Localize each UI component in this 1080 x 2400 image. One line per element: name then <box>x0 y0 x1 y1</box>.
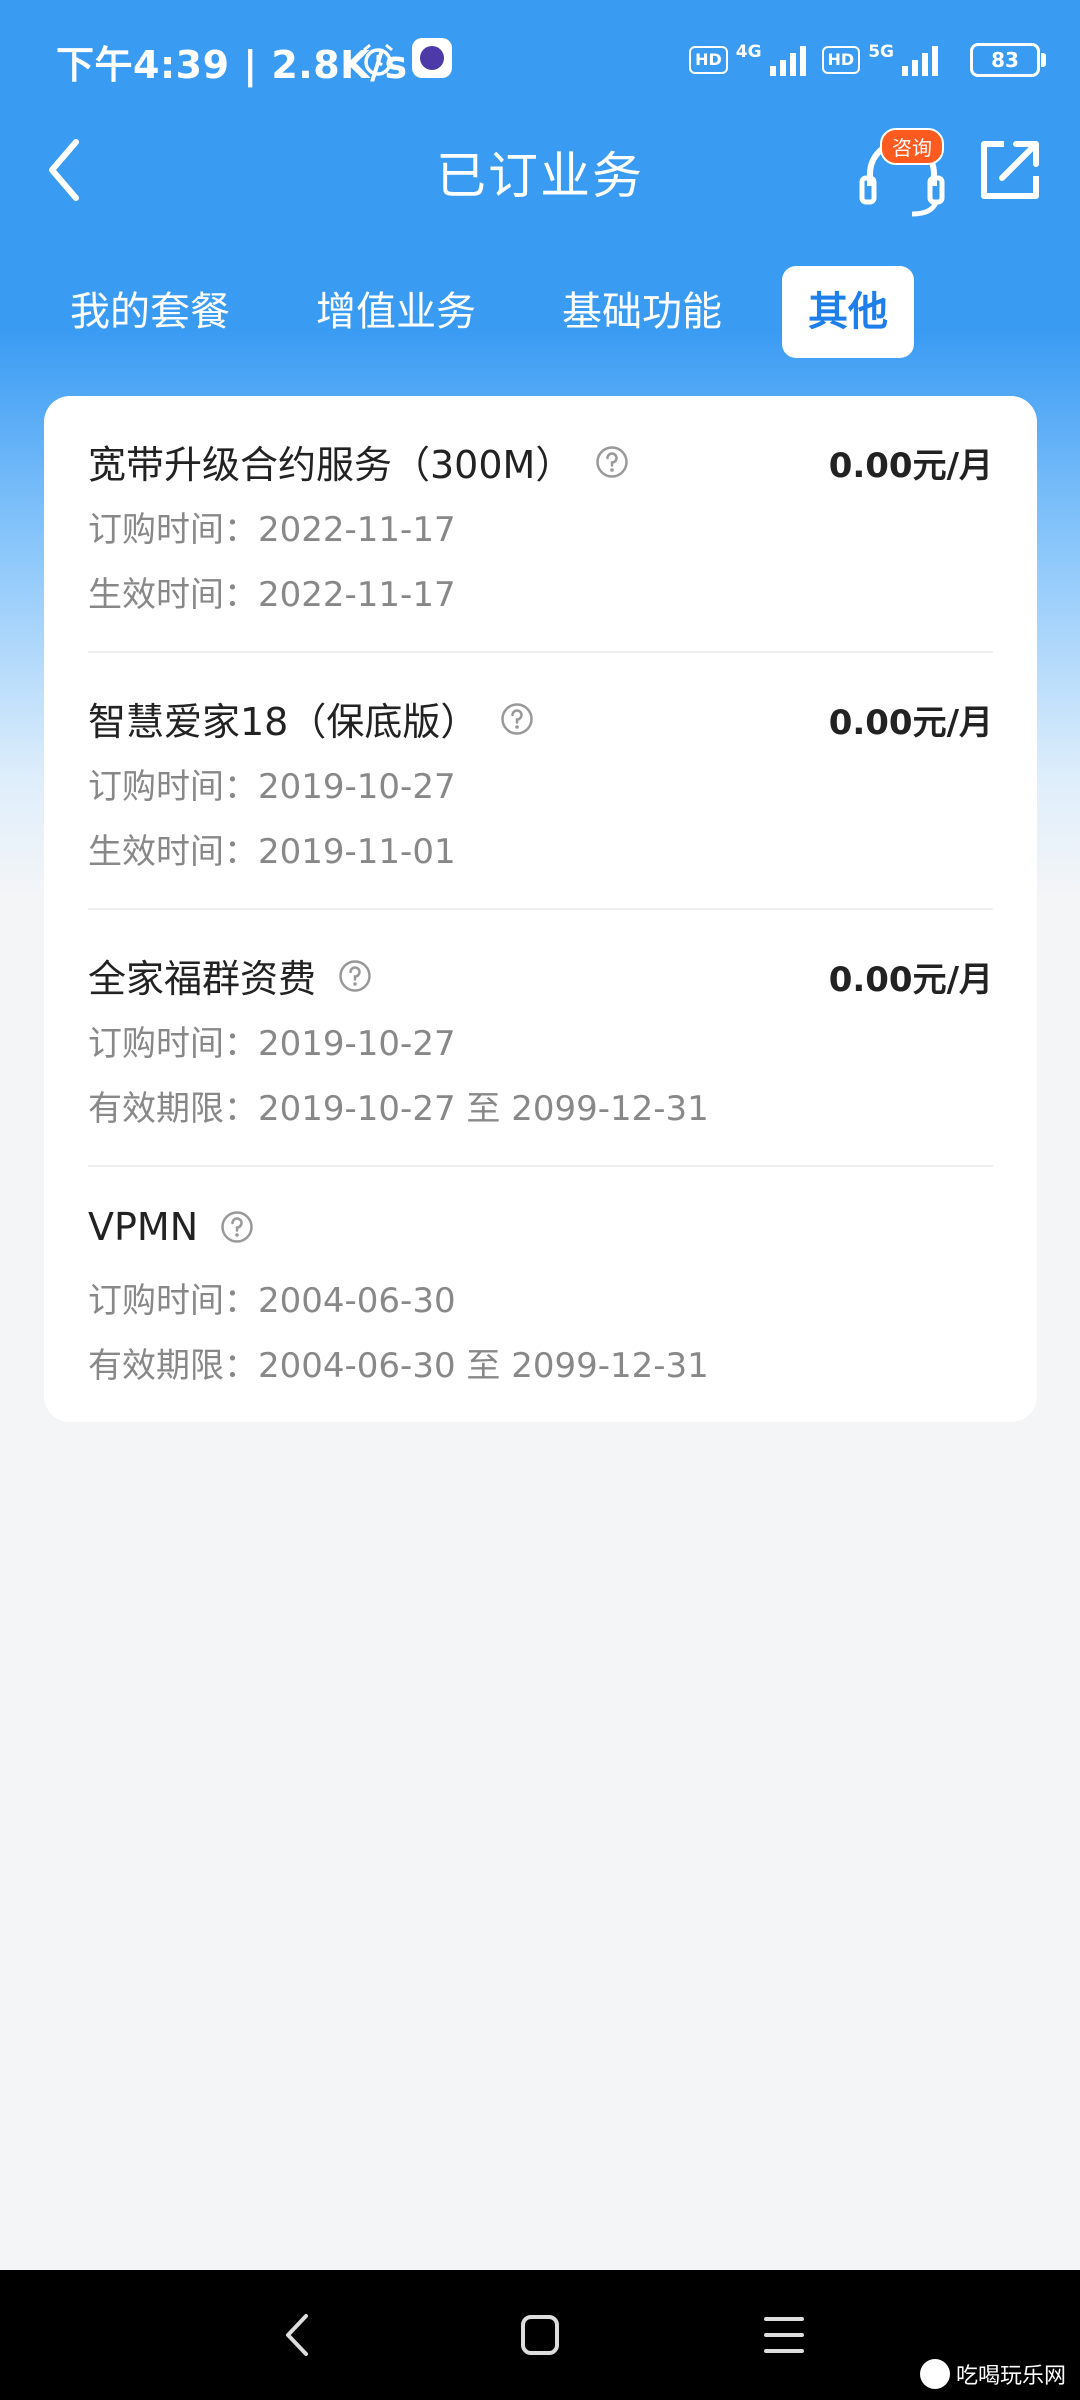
hd-badge-2: HD <box>821 46 861 74</box>
item-effective-date: 生效时间：2022-11-17 <box>88 575 456 615</box>
share-icon[interactable] <box>974 134 1046 206</box>
item-name: 宽带升级合约服务（300M） <box>88 443 574 487</box>
divider <box>88 651 993 653</box>
category-tabs: 我的套餐 增值业务 基础功能 其他 <box>0 266 1080 362</box>
list-item[interactable]: 全家福群资费 0.00元/月 订购时间：2019-10-27 有效期限：2019… <box>88 948 993 1158</box>
app-notification-icon <box>412 38 452 78</box>
tab-my-package[interactable]: 我的套餐 <box>50 266 250 358</box>
nav-home-icon[interactable] <box>518 2310 562 2360</box>
list-item[interactable]: 智慧爱家18（保底版） 0.00元/月 订购时间：2019-10-27 生效时间… <box>88 691 993 901</box>
alarm-icon <box>363 43 393 76</box>
consult-badge[interactable]: 咨询 <box>880 128 944 165</box>
divider <box>88 1165 993 1167</box>
network-4g-label: 4G <box>735 42 762 62</box>
tab-value-added[interactable]: 增值业务 <box>296 266 496 358</box>
list-item[interactable]: 宽带升级合约服务（300M） 0.00元/月 订购时间：2022-11-17 生… <box>88 434 993 644</box>
divider <box>88 908 993 910</box>
watermark: 吃喝玩乐网 <box>919 2358 1066 2390</box>
item-order-date: 订购时间：2004-06-30 <box>88 1281 456 1321</box>
item-order-date: 订购时间：2022-11-17 <box>88 510 456 550</box>
watermark-text: 吃喝玩乐网 <box>955 2364 1066 2389</box>
battery-icon: 83 <box>970 43 1046 77</box>
nav-back-icon[interactable] <box>278 2310 318 2360</box>
item-price: 0.00元/月 <box>828 703 993 743</box>
item-price: 0.00元/月 <box>828 960 993 1000</box>
item-order-date: 订购时间：2019-10-27 <box>88 1024 456 1064</box>
item-name: 智慧爱家18（保底版） <box>88 700 479 744</box>
nav-menu-icon[interactable] <box>762 2310 806 2360</box>
item-validity-period: 有效期限：2004-06-30 至 2099-12-31 <box>88 1346 709 1386</box>
status-time: 下午4:39 | 2.8K/s <box>56 43 408 87</box>
status-right: HD 4G HD 5G 83 <box>689 40 1046 80</box>
nav-bar: 已订业务 咨询 <box>0 120 1080 220</box>
item-name: 全家福群资费 <box>88 957 317 1001</box>
item-order-date: 订购时间：2019-10-27 <box>88 767 456 807</box>
help-icon[interactable] <box>338 959 372 993</box>
help-icon[interactable] <box>595 445 629 479</box>
system-nav-bar <box>0 2270 1080 2400</box>
network-5g-label: 5G <box>868 42 894 62</box>
watermark-logo-icon <box>919 2359 950 2389</box>
item-price: 0.00元/月 <box>828 446 993 486</box>
item-validity-period: 有效期限：2019-10-27 至 2099-12-31 <box>88 1089 709 1129</box>
item-effective-date: 生效时间：2019-11-01 <box>88 832 456 872</box>
signal-icon-2 <box>902 46 938 76</box>
tab-basic-functions[interactable]: 基础功能 <box>542 266 742 358</box>
item-name: VPMN <box>88 1205 199 1249</box>
list-item[interactable]: VPMN 订购时间：2004-06-30 有效期限：2004-06-30 至 2… <box>88 1205 993 1415</box>
subscription-list-card: 宽带升级合约服务（300M） 0.00元/月 订购时间：2022-11-17 生… <box>44 396 1037 1422</box>
signal-icon <box>769 46 806 76</box>
hd-badge: HD <box>689 46 728 74</box>
tab-other[interactable]: 其他 <box>782 266 914 358</box>
help-icon[interactable] <box>220 1210 254 1244</box>
help-icon[interactable] <box>500 702 534 736</box>
status-bar: 下午4:39 | 2.8K/s HD 4G HD 5G 83 <box>0 0 1080 120</box>
